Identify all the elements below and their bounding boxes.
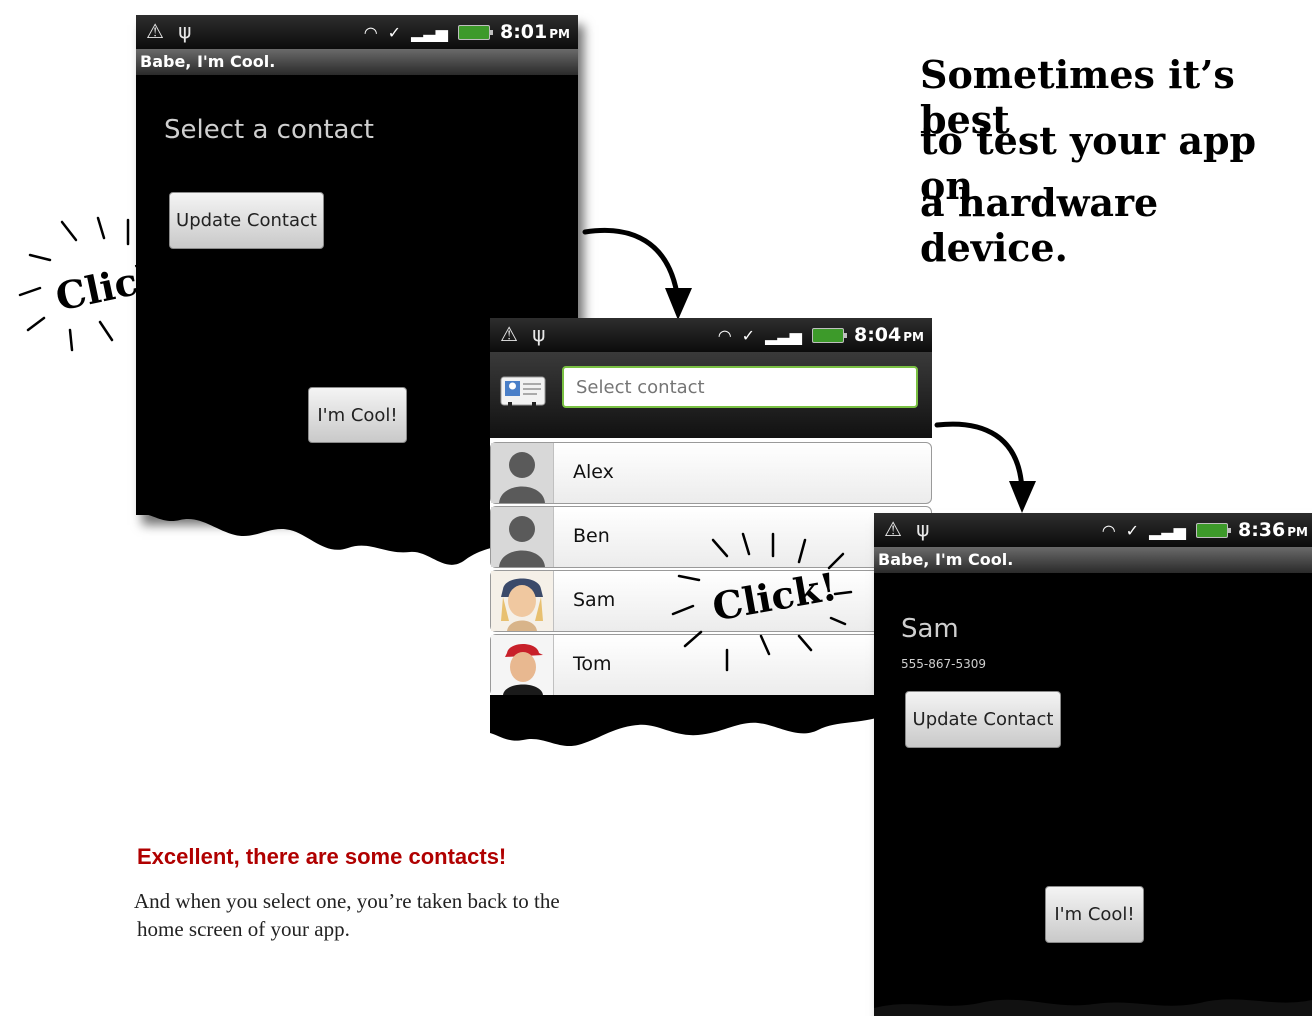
battery-icon (457, 24, 493, 40)
status-bar: ⚠ ψ ◠ ✓ ▂▃▅ 8:36 PM (874, 513, 1312, 547)
status-time: 8:36 (1237, 519, 1286, 541)
search-bar (490, 352, 932, 438)
status-time: 8:04 (853, 324, 902, 346)
battery-icon (1195, 522, 1231, 538)
signal-icon: ▂▃▅ (411, 22, 448, 42)
im-cool-button[interactable]: I'm Cool! (1045, 886, 1144, 943)
arrow-2-icon (934, 421, 1036, 513)
notification-icons: ⚠ ψ (146, 19, 196, 43)
tip-line-3: a hardware device. (920, 180, 1159, 270)
status-ampm: PM (903, 330, 924, 344)
wifi-icon: ◠ (1101, 520, 1116, 540)
arrow-1-icon (582, 227, 692, 320)
signal-icon: ▂▃▅ (1149, 520, 1186, 540)
contact-card-icon (500, 376, 546, 410)
status-ampm: PM (1287, 525, 1308, 539)
contact-row-alex[interactable]: Alex (490, 442, 932, 504)
wifi-icon: ◠ (363, 22, 378, 42)
selected-contact-name: Sam (901, 614, 959, 644)
battery-icon (811, 327, 847, 343)
hplus-icon: ✓ (1125, 520, 1140, 540)
hplus-icon: ✓ (387, 22, 402, 42)
status-bar: ⚠ ψ ◠ ✓ ▂▃▅ 8:04 PM (490, 318, 932, 352)
contact-name: Alex (573, 461, 614, 483)
notification-icons: ⚠ ψ (884, 517, 934, 541)
status-ampm: PM (549, 27, 570, 41)
torn-edge-2 (490, 695, 886, 747)
phone-screen-3: ⚠ ψ ◠ ✓ ▂▃▅ 8:36 PM Babe, I'm Cool. Sam 5… (874, 513, 1312, 1016)
default-avatar-icon (491, 507, 554, 567)
status-time: 8:01 (499, 21, 548, 43)
contact-name: Tom (573, 653, 612, 675)
status-bar: ⚠ ψ ◠ ✓ ▂▃▅ 8:01 PM (136, 15, 578, 49)
tom-photo-avatar (491, 635, 554, 695)
im-cool-button[interactable]: I'm Cool! (308, 387, 407, 443)
signal-icon: ▂▃▅ (765, 325, 802, 345)
wifi-icon: ◠ (717, 325, 732, 345)
sam-photo-avatar (491, 571, 554, 631)
caption-heading: Excellent, there are some contacts! (137, 844, 507, 869)
contact-search-input[interactable] (562, 366, 918, 408)
contact-name: Sam (573, 589, 616, 611)
update-contact-button[interactable]: Update Contact (905, 691, 1061, 748)
select-contact-prompt: Select a contact (164, 115, 374, 145)
default-avatar-icon (491, 443, 554, 503)
caption-body-line-2: home screen of your app. (137, 917, 350, 941)
hplus-icon: ✓ (741, 325, 756, 345)
selected-contact-phone: 555-867-5309 (901, 657, 987, 671)
app-title: Babe, I'm Cool. (874, 547, 1312, 573)
torn-edge-3 (874, 990, 1312, 1016)
app-title: Babe, I'm Cool. (136, 49, 578, 75)
contact-name: Ben (573, 525, 610, 547)
notification-icons: ⚠ ψ (500, 322, 550, 346)
caption-body-line-1: And when you select one, you’re taken ba… (134, 889, 560, 913)
